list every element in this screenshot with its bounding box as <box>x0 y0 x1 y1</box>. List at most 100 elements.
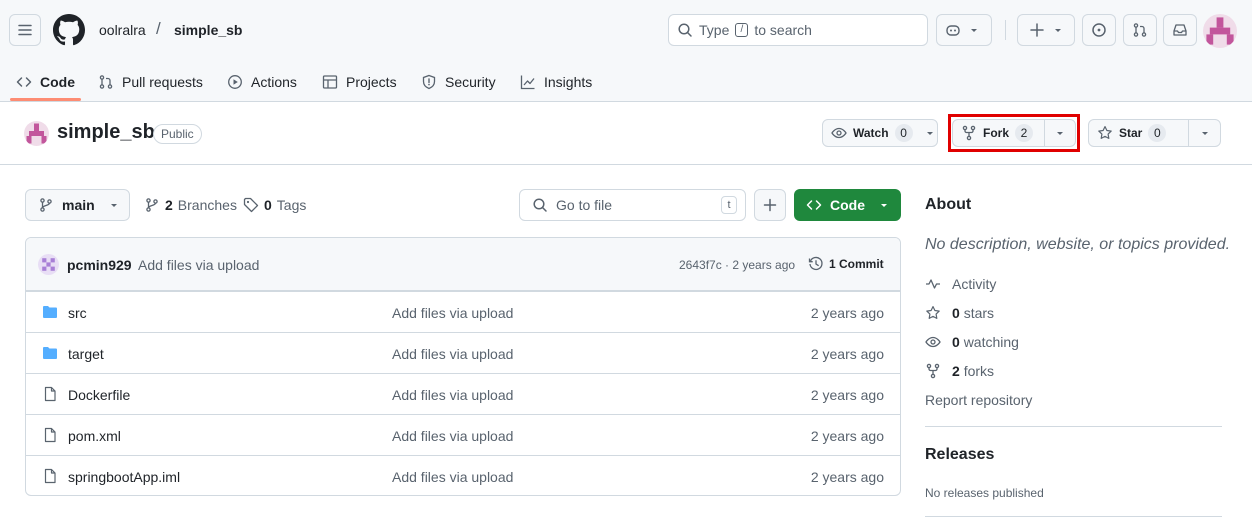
report-repository-link[interactable]: Report repository <box>925 392 1032 408</box>
menu-button[interactable] <box>9 14 41 46</box>
commit-count-label: 1 Commit <box>829 257 884 271</box>
file-name[interactable]: Dockerfile <box>68 387 130 403</box>
create-new-button[interactable] <box>1017 14 1075 46</box>
file-icon <box>44 468 56 484</box>
star-dropdown[interactable] <box>1188 120 1220 146</box>
shield-icon <box>422 74 436 90</box>
commit-message[interactable]: Add files via upload <box>138 257 259 273</box>
tab-actions[interactable]: Actions <box>227 62 297 102</box>
watch-label: Watch <box>853 126 889 140</box>
tags-label: Tags <box>276 197 307 213</box>
file-commit-message[interactable]: Add files via upload <box>392 305 513 321</box>
file-name[interactable]: target <box>68 346 104 362</box>
go-to-file-placeholder: Go to file <box>556 197 613 213</box>
repo-title[interactable]: simple_sb <box>57 121 155 144</box>
star-main[interactable]: Star 0 <box>1089 120 1188 146</box>
watch-button[interactable]: Watch 0 <box>822 119 938 147</box>
file-commit-message[interactable]: Add files via upload <box>392 469 513 485</box>
tags-count: 0 <box>264 197 272 213</box>
commit-meta[interactable]: 2643f7c · 2 years ago <box>679 258 795 272</box>
table-row[interactable]: target Add files via upload 2 years ago <box>26 332 900 373</box>
breadcrumb-repo[interactable]: simple_sb <box>174 22 242 38</box>
table-row[interactable]: springbootApp.iml Add files via upload 2… <box>26 455 900 495</box>
visibility-badge: Public <box>153 124 202 144</box>
tab-security[interactable]: Security <box>421 62 496 102</box>
stars-label: stars <box>963 305 995 321</box>
tab-insights[interactable]: Insights <box>520 62 592 102</box>
repo-owner-avatar[interactable] <box>24 121 49 146</box>
file-date: 2 years ago <box>810 469 884 485</box>
chevron-down-icon[interactable] <box>925 128 935 138</box>
search-icon <box>678 23 692 37</box>
hamburger-icon <box>18 24 32 36</box>
table-row[interactable]: pom.xml Add files via upload 2 years ago <box>26 414 900 455</box>
search-icon <box>533 198 547 212</box>
github-logo-icon[interactable] <box>53 14 85 46</box>
file-date: 2 years ago <box>810 305 884 321</box>
tags-link[interactable]: 0 Tags <box>243 197 306 213</box>
tab-label: Security <box>445 74 496 90</box>
file-commit-message[interactable]: Add files via upload <box>392 387 513 403</box>
plus-icon <box>763 198 777 212</box>
file-list: pcmin929 Add files via upload 2643f7c · … <box>25 237 901 496</box>
commit-author-avatar[interactable] <box>38 254 59 275</box>
graph-icon <box>520 75 535 90</box>
tab-code[interactable]: Code <box>16 62 75 102</box>
code-download-button[interactable]: Code <box>794 189 901 221</box>
watch-main[interactable]: Watch 0 <box>823 120 921 146</box>
activity-label: Activity <box>952 276 997 292</box>
no-releases-text: No releases published <box>925 486 1044 500</box>
pulse-icon <box>926 279 940 289</box>
stars-link[interactable]: 0 stars <box>925 305 994 321</box>
user-avatar[interactable] <box>1203 14 1237 48</box>
eye-icon <box>831 127 847 139</box>
branches-link[interactable]: 2 Branches <box>144 197 237 213</box>
go-to-file-shortcut: t <box>721 196 737 214</box>
watching-label: watching <box>963 334 1019 350</box>
file-commit-message[interactable]: Add files via upload <box>392 346 513 362</box>
star-button[interactable]: Star 0 <box>1088 119 1221 147</box>
file-name[interactable]: springbootApp.iml <box>68 469 180 485</box>
releases-heading[interactable]: Releases <box>925 446 994 464</box>
sidebar-divider <box>925 516 1222 517</box>
commit-author[interactable]: pcmin929 <box>67 257 132 273</box>
forks-link[interactable]: 2 forks <box>925 363 994 379</box>
file-name[interactable]: pom.xml <box>68 428 121 444</box>
table-icon <box>322 75 338 89</box>
star-icon <box>1098 126 1112 139</box>
branches-count: 2 <box>165 197 173 213</box>
issues-button[interactable] <box>1082 14 1116 46</box>
add-file-button[interactable] <box>754 189 786 221</box>
tab-projects[interactable]: Projects <box>322 62 397 102</box>
pull-requests-button[interactable] <box>1123 14 1157 46</box>
copilot-button[interactable] <box>936 14 992 46</box>
tab-pull-requests[interactable]: Pull requests <box>98 62 203 102</box>
folder-icon <box>43 347 57 359</box>
activity-link[interactable]: Activity <box>925 276 996 292</box>
go-to-file-input[interactable]: Go to file t <box>519 189 746 221</box>
code-button-label: Code <box>830 197 865 213</box>
latest-commit-bar: pcmin929 Add files via upload 2643f7c · … <box>26 238 900 291</box>
inbox-button[interactable] <box>1163 14 1197 46</box>
issue-opened-icon <box>1092 23 1106 37</box>
table-row[interactable]: src Add files via upload 2 years ago <box>26 291 900 332</box>
search-input[interactable]: Type / to search <box>668 14 928 46</box>
breadcrumb-owner[interactable]: oolralra <box>99 22 146 38</box>
search-suffix: to search <box>754 22 812 38</box>
history-icon <box>808 256 823 271</box>
chevron-down-icon <box>1055 29 1061 32</box>
git-pull-request-icon <box>1133 23 1147 37</box>
file-name[interactable]: src <box>68 305 87 321</box>
watching-link[interactable]: 0 watching <box>925 334 1019 350</box>
file-date: 2 years ago <box>810 346 884 362</box>
star-count: 0 <box>1148 124 1167 142</box>
branch-selector[interactable]: main <box>25 189 130 221</box>
file-commit-message[interactable]: Add files via upload <box>392 428 513 444</box>
table-row[interactable]: Dockerfile Add files via upload 2 years … <box>26 373 900 414</box>
commit-history-link[interactable]: 1 Commit <box>808 256 884 272</box>
sidebar-divider <box>925 426 1222 427</box>
breadcrumb-separator: / <box>156 19 161 38</box>
inbox-icon <box>1173 24 1187 36</box>
search-shortcut-key: / <box>735 23 749 37</box>
branches-label: Branches <box>177 197 237 213</box>
